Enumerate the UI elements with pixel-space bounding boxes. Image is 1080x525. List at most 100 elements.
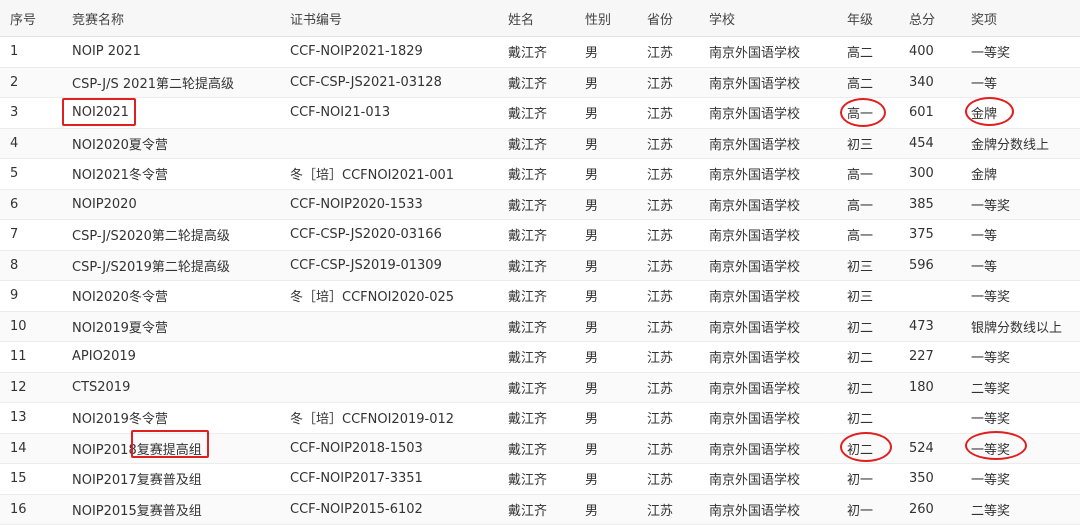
- cell-certificate: CCF-NOI21-013: [280, 97, 498, 129]
- cell-grade: 初二: [837, 402, 899, 434]
- cell-award: 一等奖: [961, 280, 1080, 312]
- cell-certificate: CCF-CSP-JS2020-03166: [280, 219, 498, 251]
- table-row: 15 NOIP2017复赛普及组 CCF-NOIP2017-3351 戴江齐男江苏 南京…: [0, 463, 1080, 495]
- cell-competition: NOIP2017复赛普及组: [62, 463, 280, 495]
- cell-index: 3: [0, 97, 62, 129]
- cell-certificate: CCF-NOIP2021-1829: [280, 36, 498, 68]
- cell-award: 一等奖: [961, 433, 1080, 464]
- cell-score: 473: [899, 311, 961, 342]
- cell-province: 江苏: [637, 128, 699, 159]
- cell-school: 南京外国语学校: [699, 402, 837, 434]
- cell-competition: CSP-J/S2019第二轮提高级: [62, 250, 280, 281]
- cell-school: 南京外国语学校: [699, 97, 837, 129]
- cell-gender: 男: [575, 97, 637, 129]
- cell-province: 江苏: [637, 158, 699, 190]
- cell-name: 戴江齐: [498, 372, 575, 403]
- cell-score: 454: [899, 128, 961, 159]
- cell-award: 金牌分数线上: [961, 128, 1080, 159]
- cell-gender: 男: [575, 494, 637, 525]
- cell-index: 7: [0, 219, 62, 251]
- cell-certificate: CCF-NOIP2020-1533: [280, 189, 498, 220]
- header-province: 省份: [637, 0, 699, 37]
- cell-school: 南京外国语学校: [699, 341, 837, 373]
- header-school: 学校: [699, 0, 837, 37]
- table-row: 13 NOI2019冬令营 冬［培］CCFNOI2019-012 戴江齐男江苏 南京外国…: [0, 402, 1080, 434]
- cell-name: 戴江齐: [498, 189, 575, 220]
- cell-grade: 初一: [837, 463, 899, 495]
- cell-province: 江苏: [637, 372, 699, 403]
- cell-competition: NOI2019冬令营: [62, 402, 280, 434]
- cell-gender: 男: [575, 280, 637, 312]
- header-award: 奖项: [961, 0, 1080, 37]
- cell-score: 300: [899, 158, 961, 190]
- cell-index: 15: [0, 463, 62, 495]
- cell-grade: 初二: [837, 311, 899, 342]
- cell-gender: 男: [575, 341, 637, 373]
- cell-gender: 男: [575, 128, 637, 159]
- cell-grade: 高二: [837, 36, 899, 68]
- table-row: 5 NOI2021冬令营 冬［培］CCFNOI2021-001 戴江齐男江苏 南京外国语…: [0, 158, 1080, 190]
- cell-province: 江苏: [637, 494, 699, 525]
- cell-school: 南京外国语学校: [699, 128, 837, 159]
- table-body: 1 NOIP 2021 CCF-NOIP2021-1829 戴江齐男江苏 南京外国语学校…: [0, 36, 1080, 525]
- cell-index: 11: [0, 341, 62, 373]
- cell-score: 375: [899, 219, 961, 251]
- cell-competition: NOI2019夏令营: [62, 311, 280, 342]
- cell-competition: NOI2020夏令营: [62, 128, 280, 159]
- cell-gender: 男: [575, 250, 637, 281]
- cell-school: 南京外国语学校: [699, 158, 837, 190]
- table-row: 14 NOIP2018复赛提高组 CCF-NOIP2018-1503 戴江齐男江苏 南京…: [0, 433, 1080, 464]
- cell-competition: NOI2020冬令营: [62, 280, 280, 312]
- cell-score: 227: [899, 341, 961, 373]
- cell-competition: APIO2019: [62, 341, 280, 373]
- cell-score: 596: [899, 250, 961, 281]
- cell-province: 江苏: [637, 189, 699, 220]
- cell-competition: NOIP 2021: [62, 36, 280, 68]
- cell-school: 南京外国语学校: [699, 463, 837, 495]
- cell-index: 10: [0, 311, 62, 342]
- cell-index: 13: [0, 402, 62, 434]
- cell-name: 戴江齐: [498, 250, 575, 281]
- cell-score: 385: [899, 189, 961, 220]
- cell-competition: CSP-J/S 2021第二轮提高级: [62, 67, 280, 98]
- cell-certificate: [280, 128, 498, 159]
- cell-name: 戴江齐: [498, 494, 575, 525]
- cell-certificate: 冬［培］CCFNOI2020-025: [280, 280, 498, 312]
- cell-gender: 男: [575, 158, 637, 190]
- header-competition: 竞赛名称: [62, 0, 280, 37]
- table-row: 4 NOI2020夏令营 戴江齐男江苏 南京外国语学校 初三 454 金牌分数线上: [0, 128, 1080, 159]
- cell-grade: 高一: [837, 189, 899, 220]
- cell-award: 一等奖: [961, 402, 1080, 434]
- cell-school: 南京外国语学校: [699, 494, 837, 525]
- cell-score: 350: [899, 463, 961, 495]
- cell-award: 一等奖: [961, 341, 1080, 373]
- cell-competition: NOI2021冬令营: [62, 158, 280, 190]
- cell-name: 戴江齐: [498, 402, 575, 434]
- cell-index: 12: [0, 372, 62, 403]
- cell-competition: NOI2021: [62, 97, 280, 129]
- cell-gender: 男: [575, 402, 637, 434]
- cell-school: 南京外国语学校: [699, 433, 837, 464]
- cell-certificate: [280, 311, 498, 342]
- cell-competition: CSP-J/S2020第二轮提高级: [62, 219, 280, 251]
- cell-index: 14: [0, 433, 62, 464]
- cell-grade: 初三: [837, 128, 899, 159]
- cell-certificate: CCF-NOIP2015-6102: [280, 494, 498, 525]
- cell-school: 南京外国语学校: [699, 219, 837, 251]
- header-grade: 年级: [837, 0, 899, 37]
- header-index: 序号: [0, 0, 62, 37]
- table-row: 10 NOI2019夏令营 戴江齐男江苏 南京外国语学校 初二 473 银牌分数线以上: [0, 311, 1080, 342]
- cell-competition: NOIP2015复赛普及组: [62, 494, 280, 525]
- cell-index: 4: [0, 128, 62, 159]
- cell-school: 南京外国语学校: [699, 311, 837, 342]
- cell-award: 一等: [961, 219, 1080, 251]
- cell-score: 601: [899, 97, 961, 129]
- table-row: 8 CSP-J/S2019第二轮提高级 CCF-CSP-JS2019-01309 戴江…: [0, 250, 1080, 281]
- cell-grade: 高一: [837, 158, 899, 190]
- cell-gender: 男: [575, 372, 637, 403]
- table-header: 序号 竞赛名称 证书编号 姓名 性别 省份 学校 年级 总分 奖项: [0, 0, 1080, 37]
- cell-grade: 初三: [837, 280, 899, 312]
- cell-name: 戴江齐: [498, 128, 575, 159]
- cell-grade: 初三: [837, 250, 899, 281]
- cell-score: [899, 402, 961, 434]
